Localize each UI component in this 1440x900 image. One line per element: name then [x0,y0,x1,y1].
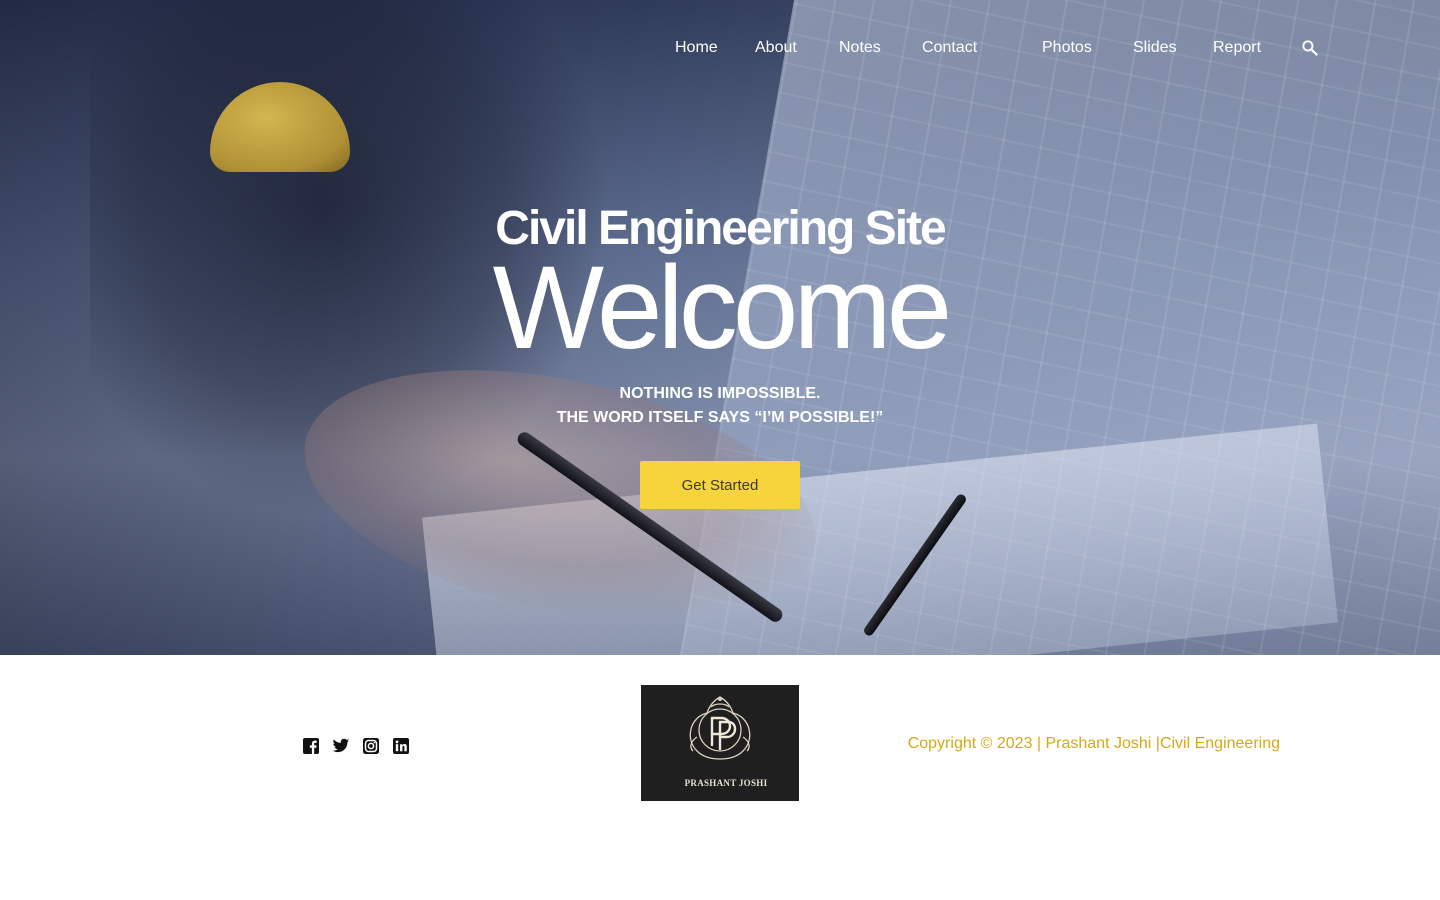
hero-background-blueprint [422,423,1338,655]
nav-item-photos[interactable]: Photos [1042,36,1092,60]
get-started-button[interactable]: Get Started [640,461,800,509]
hero-tagline-line1: NOTHING IS IMPOSSIBLE. [619,385,821,402]
facebook-icon-graphic [303,738,319,754]
hero-welcome-heading: Welcome [492,242,953,374]
nav-item-home[interactable]: Home [675,36,718,60]
hero-background-pen [514,429,786,625]
hero-tagline-line2: THE WORD ITSELF SAYS “I’M POSSIBLE!” [556,409,884,426]
hero-background-pen [862,492,968,638]
search-icon[interactable] [1300,38,1320,58]
main-navigation: Home About Notes Contact Photos Slides R… [0,36,1440,60]
hero-section: Home About Notes Contact Photos Slides R… [0,0,1440,655]
search-icon-graphic [1302,40,1318,56]
twitter-icon-graphic [332,738,350,753]
instagram-icon[interactable] [362,737,380,755]
facebook-icon[interactable] [302,737,320,755]
linkedin-icon-graphic [393,738,409,754]
nav-item-contact[interactable]: Contact [922,36,977,60]
nav-item-notes[interactable]: Notes [839,36,881,60]
linkedin-icon[interactable] [392,737,410,755]
instagram-icon-graphic [363,738,379,754]
nav-item-report[interactable]: Report [1213,36,1261,60]
logo-text: PRASHANT JOSHI [684,778,768,788]
copyright-text: Copyright © 2023 | Prashant Joshi |Civil… [907,735,1280,752]
site-logo[interactable]: PRASHANT JOSHI [641,685,799,801]
nav-item-slides[interactable]: Slides [1133,36,1177,60]
hero-background-hardhat [210,82,350,172]
twitter-icon[interactable] [332,737,350,755]
site-footer: PRASHANT JOSHI Copyright © 2023 | Prasha… [0,655,1440,900]
nav-item-about[interactable]: About [755,36,797,60]
